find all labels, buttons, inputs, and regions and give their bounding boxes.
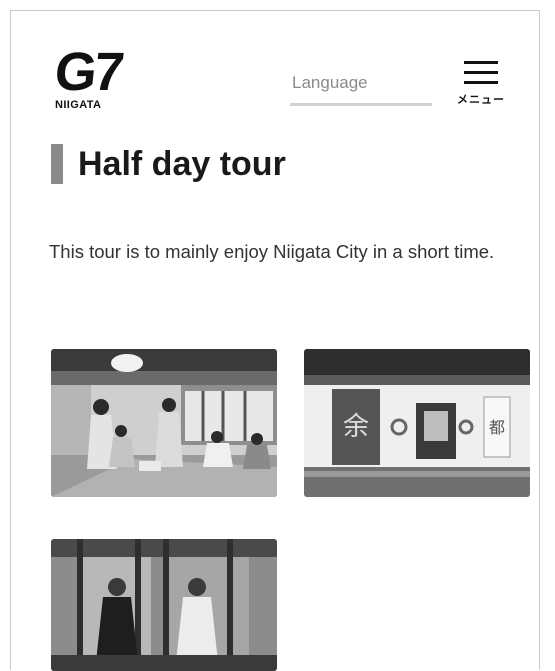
gallery-photo-building[interactable]: 余 都	[304, 349, 530, 497]
photo-image	[51, 539, 277, 671]
language-label: Language	[292, 73, 368, 92]
menu-label: メニュー	[457, 94, 505, 106]
menu-button[interactable]: メニュー	[451, 61, 511, 107]
hamburger-icon	[464, 61, 498, 84]
page-title-block: Half day tour	[51, 139, 286, 189]
language-selector[interactable]: Language	[290, 73, 432, 106]
page-title: Half day tour	[78, 144, 286, 183]
logo-mark: G7	[51, 42, 125, 102]
site-header: G7 NIIGATA Language メニュー	[11, 11, 539, 131]
title-accent-bar	[51, 144, 63, 184]
gallery-photo-women[interactable]	[51, 539, 277, 671]
photo-image	[51, 349, 277, 497]
photo-image: 余 都	[304, 349, 530, 497]
svg-text:都: 都	[489, 418, 505, 437]
language-underline	[290, 103, 432, 106]
gallery-photo-geisha[interactable]	[51, 349, 277, 497]
site-logo[interactable]: G7 NIIGATA	[51, 42, 135, 111]
svg-text:余: 余	[343, 412, 369, 442]
tour-description: This tour is to mainly enjoy Niigata Cit…	[49, 241, 495, 262]
page-frame: G7 NIIGATA Language メニュー Half day tour T…	[10, 10, 540, 671]
